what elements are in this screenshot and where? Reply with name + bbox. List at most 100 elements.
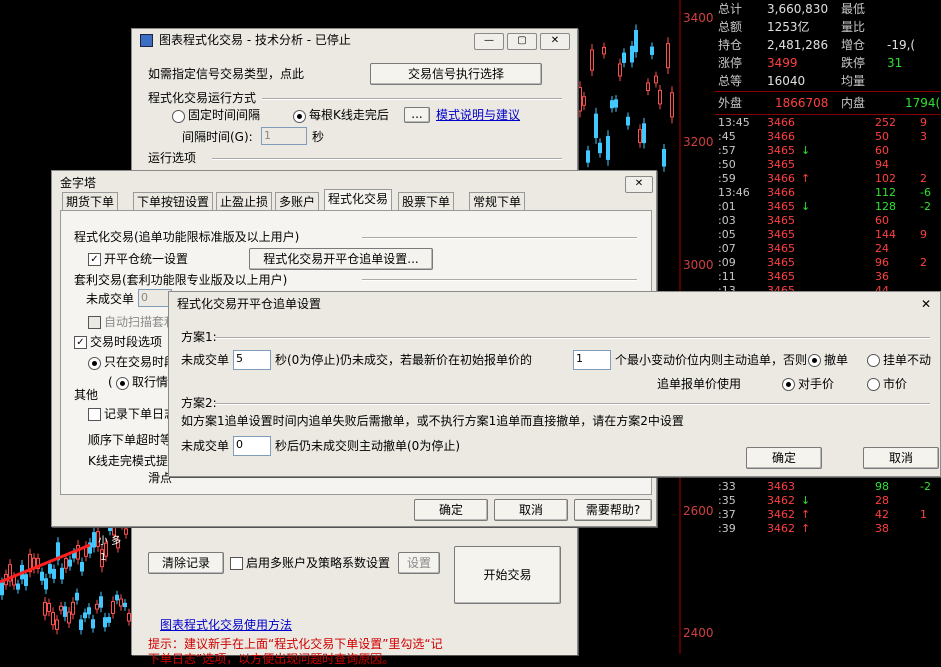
candle-body bbox=[602, 46, 606, 55]
signal-select-button[interactable]: 交易信号执行选择 bbox=[370, 63, 542, 85]
opp-price-radio[interactable] bbox=[782, 378, 795, 391]
chase-price-label: 追单报单价使用 bbox=[657, 377, 742, 391]
plan2-unfilled-label: 未成交单 bbox=[181, 439, 230, 453]
fixed-interval-radio[interactable] bbox=[172, 110, 185, 123]
tick-v: 252 bbox=[875, 116, 896, 129]
quote-stat-v1: 3499 bbox=[767, 56, 798, 70]
candle-body bbox=[67, 611, 71, 624]
multi-account-setup-button[interactable]: 设置 bbox=[398, 552, 440, 574]
chase-close-icon[interactable]: ✕ bbox=[921, 292, 931, 316]
tick-a: ↑ bbox=[801, 508, 811, 521]
chase-title: 程式化交易开平仓追单设置 bbox=[177, 297, 322, 311]
tick-v: 112 bbox=[875, 186, 896, 199]
arb-unfilled-input[interactable]: 0 bbox=[138, 289, 172, 307]
tick-v: 24 bbox=[875, 242, 889, 255]
cancel-order-radio[interactable] bbox=[808, 354, 821, 367]
candle-body bbox=[586, 150, 590, 163]
multi-account-checkbox[interactable] bbox=[230, 557, 243, 570]
tab-regular-order[interactable]: 常规下单 bbox=[469, 192, 526, 211]
tick-p: 3466 bbox=[767, 130, 795, 143]
auto-scan-label: 自动扫描套利 bbox=[104, 315, 177, 329]
candle-body bbox=[590, 49, 594, 71]
other-group-label: 其他 bbox=[74, 388, 99, 402]
session-option-checkbox[interactable]: ✓ bbox=[74, 336, 87, 349]
plan1-range-input[interactable]: 1 bbox=[573, 350, 611, 370]
price-label-3400: 3400 bbox=[683, 11, 714, 25]
program-chase-setup-button[interactable]: 程式化交易开平仓追单设置... bbox=[249, 248, 433, 270]
tick-p: 3465 bbox=[767, 158, 795, 171]
quote-stat-k2: 最低 bbox=[841, 2, 866, 16]
quote-stat-k1: 涨停 bbox=[718, 56, 743, 70]
mode-ellipsis-button[interactable]: ... bbox=[404, 107, 430, 123]
kline-advance-label: K线走完模式提前 bbox=[88, 454, 180, 468]
auto-scan-checkbox[interactable] bbox=[88, 316, 101, 329]
maximize-button[interactable]: ▢ bbox=[507, 33, 537, 50]
market-price-radio[interactable] bbox=[867, 378, 880, 391]
tick-a: ↑ bbox=[801, 172, 811, 185]
trend-line bbox=[0, 543, 91, 584]
candle-body bbox=[646, 82, 650, 91]
tick-v: 28 bbox=[875, 494, 889, 507]
log-order-checkbox[interactable] bbox=[88, 408, 101, 421]
tick-c: 2 bbox=[920, 256, 927, 269]
tick-p: 3466 bbox=[767, 172, 795, 185]
start-trading-button[interactable]: 开始交易 bbox=[454, 546, 561, 604]
signal-marker-label: 小 多 bbox=[98, 534, 121, 547]
tick-p: 3462 bbox=[767, 508, 795, 521]
session-option-label: 交易时段选项 bbox=[90, 335, 163, 349]
tick-t: :05 bbox=[718, 228, 736, 241]
take-price-radio[interactable] bbox=[116, 377, 129, 390]
chase-ok-button[interactable]: 确定 bbox=[746, 447, 822, 469]
separator bbox=[362, 279, 637, 281]
candle-body bbox=[44, 578, 48, 590]
chase-cancel-button[interactable]: 取消 bbox=[863, 447, 939, 469]
howto-link[interactable]: 图表程式化交易使用方法 bbox=[160, 617, 292, 633]
mode-help-link[interactable]: 模式说明与建议 bbox=[436, 107, 520, 123]
tick-t: :01 bbox=[718, 200, 736, 213]
tick-c: 9 bbox=[920, 228, 927, 241]
tick-t: :35 bbox=[718, 494, 736, 507]
hang-order-radio[interactable] bbox=[867, 354, 880, 367]
cancel-order-label: 撤单 bbox=[824, 353, 849, 367]
tick-t: :07 bbox=[718, 242, 736, 255]
signal-type-prompt: 如需指定信号交易类型，点此 bbox=[148, 67, 305, 81]
hint-line-1: 提示：建议新手在上面“程式化交易下单设置”里勾选“记 bbox=[148, 637, 443, 651]
interval-input[interactable]: 1 bbox=[261, 127, 307, 145]
only-session-radio[interactable] bbox=[88, 357, 101, 370]
pyramid-cancel-button[interactable]: 取消 bbox=[494, 499, 568, 521]
tab-stop-profit-loss[interactable]: 止盈止损 bbox=[216, 192, 273, 211]
candle-body bbox=[598, 142, 602, 154]
tick-row: :57 3465 ↓ 60 bbox=[715, 144, 941, 158]
separator bbox=[262, 98, 562, 100]
candle-body bbox=[103, 617, 107, 628]
minimize-button[interactable]: — bbox=[474, 33, 504, 50]
tab-program-trading[interactable]: 程式化交易 bbox=[324, 189, 393, 211]
candle-body bbox=[63, 606, 67, 617]
tick-p: 3465 bbox=[767, 270, 795, 283]
tab-futures-order[interactable]: 期货下单 bbox=[62, 192, 119, 211]
candle-body bbox=[91, 619, 95, 629]
pyramid-ok-button[interactable]: 确定 bbox=[414, 499, 488, 521]
plan2-seconds-input[interactable]: 0 bbox=[233, 436, 271, 456]
quote-stat-row: 涨停 3499 跌停 31 bbox=[715, 54, 941, 72]
paren-open: ( bbox=[108, 375, 113, 389]
tab-multi-account[interactable]: 多账户 bbox=[275, 192, 320, 211]
quote-stat-k2: 量比 bbox=[841, 20, 866, 34]
clear-records-button[interactable]: 清除记录 bbox=[148, 552, 224, 574]
tick-t: 13:46 bbox=[718, 186, 750, 199]
window-title: 图表程式化交易 - 技术分析 - 已停止 bbox=[159, 33, 351, 47]
pyramid-help-button[interactable]: 需要帮助? bbox=[574, 499, 652, 521]
tab-stock-order[interactable]: 股票下单 bbox=[398, 192, 455, 211]
candle-body bbox=[60, 567, 64, 580]
tick-p: 3466 bbox=[767, 116, 795, 129]
plan1-seconds-input[interactable]: 5 bbox=[233, 350, 271, 370]
tab-order-buttons[interactable]: 下单按钮设置 bbox=[133, 192, 214, 211]
unified-setting-checkbox[interactable]: ✓ bbox=[88, 253, 101, 266]
plan1-unfilled-label: 未成交单 bbox=[181, 353, 230, 367]
close-button[interactable]: ✕ bbox=[540, 33, 570, 50]
tick-p: 3466 bbox=[767, 186, 795, 199]
after-kline-radio[interactable] bbox=[293, 110, 306, 123]
tick-c: 9 bbox=[920, 116, 927, 129]
candle-body bbox=[59, 605, 63, 611]
pyramid-close-button[interactable]: ✕ bbox=[625, 176, 653, 193]
